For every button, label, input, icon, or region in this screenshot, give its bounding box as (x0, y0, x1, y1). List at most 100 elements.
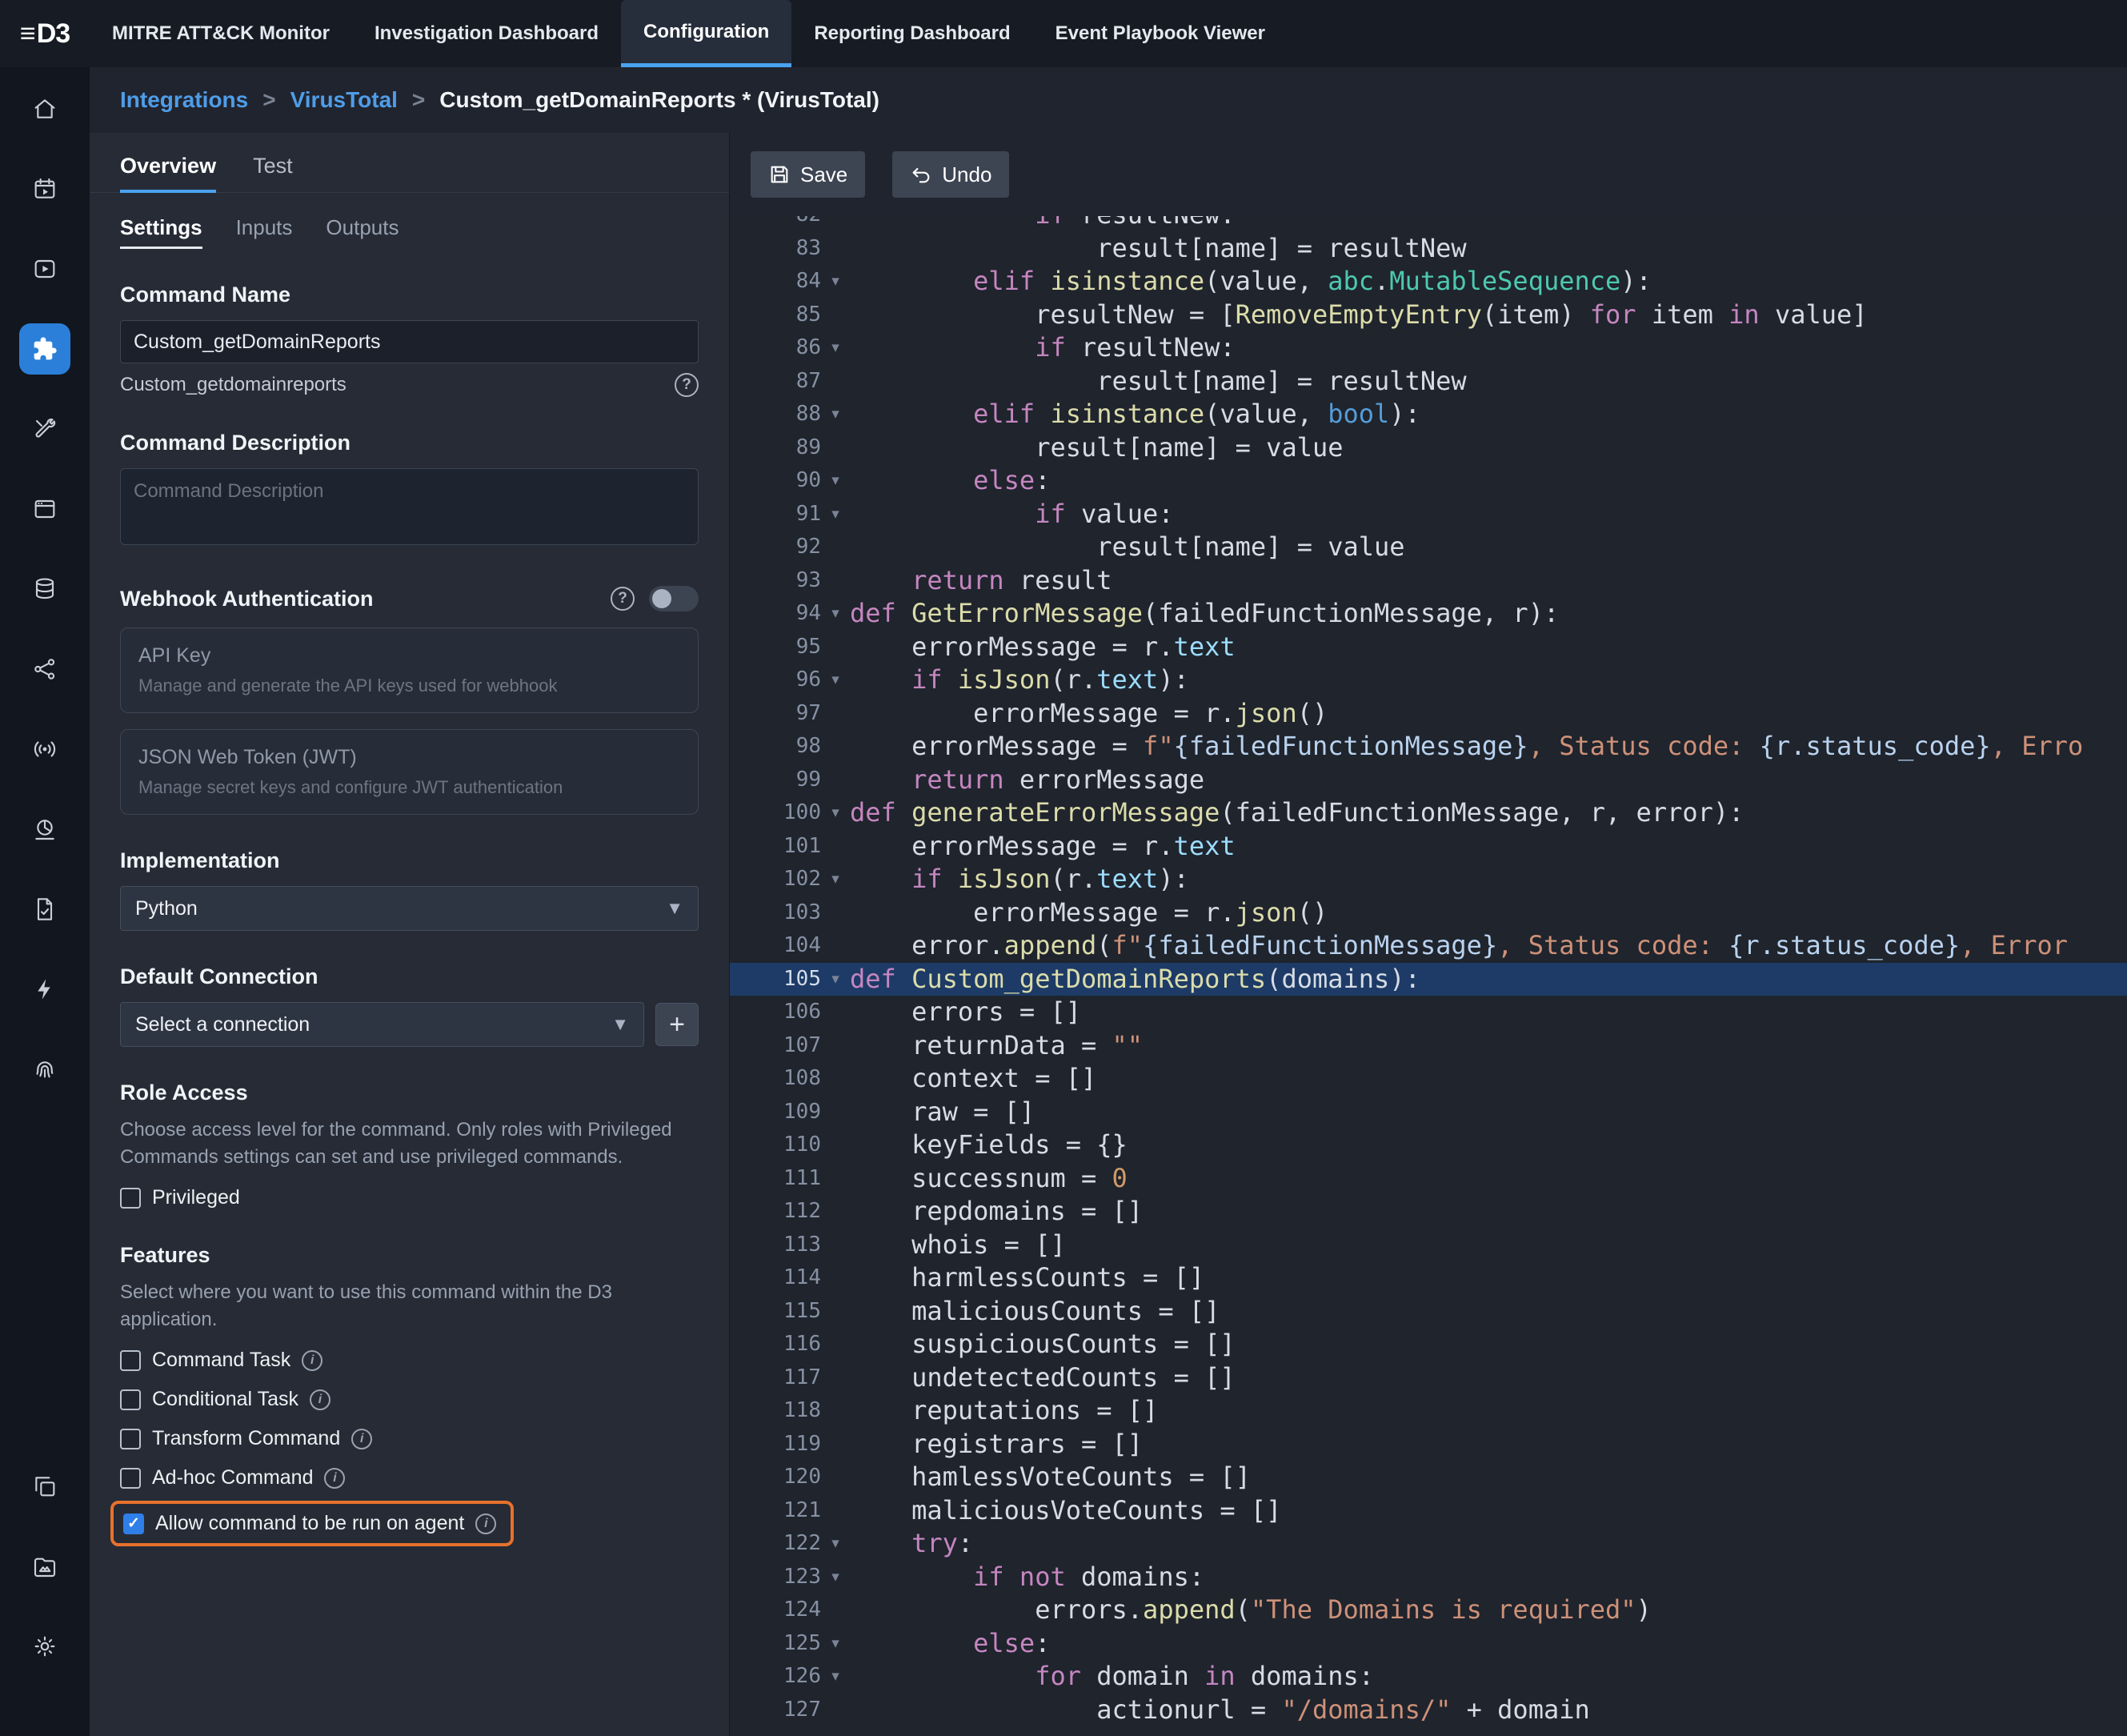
code-line-85[interactable]: 85 resultNew = [RemoveEmptyEntry(item) f… (730, 299, 2127, 332)
code-line-115[interactable]: 115 maliciousCounts = [] (730, 1295, 2127, 1329)
code-line-113[interactable]: 113 whois = [] (730, 1229, 2127, 1262)
line-gutter[interactable]: 106 (730, 996, 850, 1029)
code-line-94[interactable]: 94▾def GetErrorMessage(failedFunctionMes… (730, 597, 2127, 631)
code-text[interactable]: errorMessage = r.json() (850, 896, 2127, 930)
home-icon[interactable] (19, 83, 70, 134)
line-gutter[interactable]: 98 (730, 730, 850, 764)
calendar-play-icon[interactable] (19, 163, 70, 214)
code-text[interactable]: elif isinstance(value, bool): (850, 398, 2127, 431)
line-gutter[interactable]: 120 (730, 1461, 850, 1494)
adhoc-command-checkbox[interactable] (120, 1468, 141, 1489)
code-text[interactable]: hamlessVoteCounts = [] (850, 1461, 2127, 1494)
code-text[interactable]: resultNew = [RemoveEmptyEntry(item) for … (850, 299, 2127, 332)
line-gutter[interactable]: 88▾ (730, 398, 850, 431)
fold-arrow-icon[interactable]: ▾ (821, 1634, 850, 1653)
code-text[interactable]: error.append(f"{failedFunctionMessage}, … (850, 929, 2127, 963)
code-text[interactable]: for domain in domains: (850, 1660, 2127, 1694)
code-line-117[interactable]: 117 undetectedCounts = [] (730, 1361, 2127, 1395)
fold-arrow-icon[interactable]: ▾ (821, 671, 850, 689)
code-line-127[interactable]: 127 actionurl = "/domains/" + domain (730, 1694, 2127, 1727)
fold-arrow-icon[interactable]: ▾ (821, 970, 850, 988)
default-connection-select[interactable]: Select a connection ▼ (120, 1002, 644, 1047)
line-gutter[interactable]: 110 (730, 1129, 850, 1162)
code-line-120[interactable]: 120 hamlessVoteCounts = [] (730, 1461, 2127, 1494)
code-line-105[interactable]: 105▾def Custom_getDomainReports(domains)… (730, 963, 2127, 996)
tools-icon[interactable] (19, 403, 70, 455)
code-editor[interactable]: 82 if resultNew:83 result[name] = result… (730, 216, 2127, 1736)
info-icon[interactable]: i (302, 1350, 322, 1371)
add-connection-button[interactable]: + (655, 1003, 699, 1046)
line-gutter[interactable]: 125▾ (730, 1627, 850, 1661)
code-text[interactable]: returnData = "" (850, 1029, 2127, 1063)
line-gutter[interactable]: 95 (730, 631, 850, 664)
code-line-87[interactable]: 87 result[name] = resultNew (730, 365, 2127, 399)
code-line-91[interactable]: 91▾ if value: (730, 498, 2127, 531)
info-icon[interactable]: i (310, 1389, 330, 1410)
conditional-task-checkbox[interactable] (120, 1389, 141, 1410)
code-line-88[interactable]: 88▾ elif isinstance(value, bool): (730, 398, 2127, 431)
code-text[interactable]: result[name] = resultNew (850, 232, 2127, 266)
code-line-123[interactable]: 123▾ if not domains: (730, 1561, 2127, 1594)
line-gutter[interactable]: 102▾ (730, 863, 850, 896)
transform-command-checkbox[interactable] (120, 1429, 141, 1449)
code-text[interactable]: else: (850, 1627, 2127, 1661)
fold-arrow-icon[interactable]: ▾ (821, 1568, 850, 1586)
code-text[interactable]: elif isinstance(value, abc.MutableSequen… (850, 265, 2127, 299)
line-gutter[interactable]: 87 (730, 365, 850, 399)
document-check-icon[interactable] (19, 884, 70, 935)
line-gutter[interactable]: 100▾ (730, 796, 850, 830)
pie-report-icon[interactable] (19, 804, 70, 855)
fold-arrow-icon[interactable]: ▾ (821, 1534, 850, 1553)
line-gutter[interactable]: 84▾ (730, 265, 850, 299)
code-text[interactable]: errorMessage = r.text (850, 830, 2127, 864)
allow-agent-checkbox[interactable] (123, 1513, 144, 1534)
code-text[interactable]: raw = [] (850, 1096, 2127, 1129)
code-line-89[interactable]: 89 result[name] = value (730, 431, 2127, 465)
webhook-auth-toggle[interactable] (649, 586, 699, 611)
save-button[interactable]: Save (751, 151, 865, 198)
code-line-108[interactable]: 108 context = [] (730, 1062, 2127, 1096)
command-name-input[interactable] (120, 320, 699, 363)
line-gutter[interactable]: 99 (730, 764, 850, 797)
subtab-settings[interactable]: Settings (120, 215, 202, 249)
nav-item-mitre-attck-monitor[interactable]: MITRE ATT&CK Monitor (90, 0, 352, 67)
code-text[interactable]: if isJson(r.text): (850, 863, 2127, 896)
code-text[interactable]: else: (850, 464, 2127, 498)
breadcrumb-integrations[interactable]: Integrations (120, 87, 248, 113)
line-gutter[interactable]: 124 (730, 1594, 850, 1627)
line-gutter[interactable]: 111 (730, 1162, 850, 1196)
code-line-98[interactable]: 98 errorMessage = f"{failedFunctionMessa… (730, 730, 2127, 764)
code-line-99[interactable]: 99 return errorMessage (730, 764, 2127, 797)
code-line-101[interactable]: 101 errorMessage = r.text (730, 830, 2127, 864)
code-line-114[interactable]: 114 harmlessCounts = [] (730, 1261, 2127, 1295)
broadcast-icon[interactable] (19, 724, 70, 775)
code-line-124[interactable]: 124 errors.append("The Domains is requir… (730, 1594, 2127, 1627)
line-gutter[interactable]: 119 (730, 1428, 850, 1461)
copy-icon[interactable] (19, 1461, 70, 1512)
folder-media-icon[interactable] (19, 1541, 70, 1592)
info-icon[interactable]: i (324, 1468, 345, 1489)
line-gutter[interactable]: 83 (730, 232, 850, 266)
code-line-86[interactable]: 86▾ if resultNew: (730, 331, 2127, 365)
code-line-103[interactable]: 103 errorMessage = r.json() (730, 896, 2127, 930)
jwt-card[interactable]: JSON Web Token (JWT) Manage secret keys … (120, 729, 699, 815)
code-text[interactable]: if not domains: (850, 1561, 2127, 1594)
fold-arrow-icon[interactable]: ▾ (821, 804, 850, 822)
code-line-122[interactable]: 122▾ try: (730, 1527, 2127, 1561)
d3-logo[interactable]: ≡D3 (0, 0, 90, 67)
api-key-card[interactable]: API Key Manage and generate the API keys… (120, 627, 699, 713)
line-gutter[interactable]: 90▾ (730, 464, 850, 498)
line-gutter[interactable]: 126▾ (730, 1660, 850, 1694)
fold-arrow-icon[interactable]: ▾ (821, 405, 850, 423)
code-text[interactable]: reputations = [] (850, 1394, 2127, 1428)
code-text[interactable]: if isJson(r.text): (850, 664, 2127, 697)
code-text[interactable]: result[name] = value (850, 431, 2127, 465)
fold-arrow-icon[interactable]: ▾ (821, 339, 850, 357)
code-line-97[interactable]: 97 errorMessage = r.json() (730, 697, 2127, 731)
lightning-icon[interactable] (19, 964, 70, 1015)
code-line-121[interactable]: 121 maliciousVoteCounts = [] (730, 1494, 2127, 1528)
command-description-input[interactable] (120, 468, 699, 545)
code-text[interactable]: maliciousCounts = [] (850, 1295, 2127, 1329)
code-text[interactable]: return errorMessage (850, 764, 2127, 797)
code-text[interactable]: whois = [] (850, 1229, 2127, 1262)
